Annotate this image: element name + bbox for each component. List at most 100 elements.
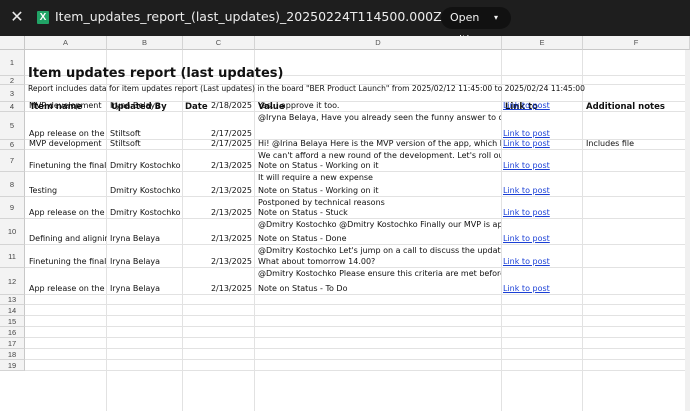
cell-value-line1[interactable]: It will require a new expense bbox=[258, 173, 501, 183]
row-gridline bbox=[25, 370, 690, 371]
row-header-1[interactable]: 1 bbox=[0, 50, 25, 76]
row-header-11[interactable]: 11 bbox=[0, 245, 25, 268]
cell-value-line1[interactable]: @Iryna Belaya, Have you already seen the… bbox=[258, 113, 501, 123]
open-with-button[interactable]: Open with ▾ bbox=[441, 7, 511, 46]
row-header-8[interactable]: 8 bbox=[0, 172, 25, 197]
row-gridline bbox=[25, 315, 690, 316]
cell-link-to-post[interactable]: Link to post bbox=[503, 139, 581, 149]
row-header-3[interactable]: 3 bbox=[0, 85, 25, 102]
row-header-17[interactable]: 17 bbox=[0, 338, 25, 349]
select-all-corner[interactable] bbox=[0, 36, 25, 50]
file-name: Item_updates_report_(last_updates)_20250… bbox=[55, 9, 471, 24]
cell-updated-by[interactable]: Iryna Belaya bbox=[110, 257, 182, 267]
cell-value[interactable]: Note on Status - To Do bbox=[258, 284, 501, 294]
cell-date[interactable]: 2/13/2025 bbox=[183, 234, 252, 244]
chevron-down-icon: ▾ bbox=[494, 13, 499, 22]
cell-link-to-post[interactable]: Link to post bbox=[503, 208, 581, 218]
column-header-e[interactable]: E bbox=[502, 36, 583, 50]
cell-value[interactable]: What about tomorrow 14.00? bbox=[258, 257, 501, 267]
cell-additional-notes[interactable]: Includes file bbox=[586, 139, 686, 149]
column-header-b[interactable]: B bbox=[107, 36, 183, 50]
cell-date[interactable]: 2/13/2025 bbox=[183, 284, 252, 294]
cell-item-name[interactable]: Testing bbox=[29, 186, 107, 196]
cell-value[interactable]: Note on Status - Done bbox=[258, 234, 501, 244]
cell-link-to-post[interactable]: Link to post bbox=[503, 234, 581, 244]
cell-updated-by[interactable]: Dmitry Kostochko bbox=[110, 186, 182, 196]
cell-updated-by[interactable]: Iryna Belaya bbox=[110, 234, 182, 244]
cell-updated-by[interactable]: Iryna Belaya bbox=[110, 101, 182, 111]
row-header-4[interactable]: 4 bbox=[0, 102, 25, 112]
close-icon[interactable]: ✕ bbox=[8, 8, 26, 26]
row-gridline bbox=[25, 326, 690, 327]
cell-value-line1[interactable]: We can't afford a new round of the devel… bbox=[258, 151, 501, 161]
cell-date[interactable]: 2/13/2025 bbox=[183, 161, 252, 171]
cell-date[interactable]: 2/17/2025 bbox=[183, 129, 252, 139]
cell-value[interactable]: Hi! @Irina Belaya Here is the MVP versio… bbox=[258, 139, 501, 149]
cell-updated-by[interactable]: Dmitry Kostochko bbox=[110, 208, 182, 218]
cell-date[interactable]: 2/17/2025 bbox=[183, 139, 252, 149]
report-title: Item updates report (last updates) bbox=[28, 66, 284, 81]
column-gridline bbox=[254, 50, 255, 411]
row-header-2[interactable]: 2 bbox=[0, 76, 25, 85]
row-gridline bbox=[25, 171, 690, 172]
row-header-5[interactable]: 5 bbox=[0, 112, 25, 140]
cell-link-to-post[interactable]: Link to post bbox=[503, 161, 581, 171]
cell-value[interactable]: Yes, I approve it too. bbox=[258, 101, 501, 111]
column-gridline bbox=[501, 50, 502, 411]
report-subtitle: Report includes data for item updates re… bbox=[28, 84, 585, 93]
row-header-7[interactable]: 7 bbox=[0, 150, 25, 172]
column-header-a[interactable]: A bbox=[25, 36, 107, 50]
cell-date[interactable]: 2/18/2025 bbox=[183, 101, 252, 111]
row-header-14[interactable]: 14 bbox=[0, 305, 25, 316]
cell-value[interactable]: Note on Status - Stuck bbox=[258, 208, 501, 218]
row-header-15[interactable]: 15 bbox=[0, 316, 25, 327]
row-header-19[interactable]: 19 bbox=[0, 360, 25, 371]
vertical-scrollbar[interactable] bbox=[685, 50, 690, 411]
cell-item-name[interactable]: App release on the mark bbox=[29, 129, 107, 139]
cell-item-name[interactable]: Finetuning the final versi bbox=[29, 161, 107, 171]
cell-value-line1[interactable]: @Dmitry Kostochko Please ensure this cri… bbox=[258, 269, 501, 279]
row-gridline bbox=[25, 359, 690, 360]
column-header-f[interactable]: F bbox=[583, 36, 690, 50]
column-header-c[interactable]: C bbox=[183, 36, 255, 50]
cell-link-to-post[interactable]: Link to post bbox=[503, 129, 581, 139]
row-header-18[interactable]: 18 bbox=[0, 349, 25, 360]
cell-value[interactable]: Note on Status - Working on it bbox=[258, 161, 501, 171]
row-header-10[interactable]: 10 bbox=[0, 219, 25, 245]
row-gridline bbox=[25, 294, 690, 295]
cell-link-to-post[interactable]: Link to post bbox=[503, 257, 581, 267]
cell-link-to-post[interactable]: Link to post bbox=[503, 101, 581, 111]
cell-item-name[interactable]: App release on the mark bbox=[29, 208, 107, 218]
row-header-16[interactable]: 16 bbox=[0, 327, 25, 338]
cell-item-name[interactable]: MVP development bbox=[29, 139, 107, 149]
cell-updated-by[interactable]: Stiltsoft bbox=[110, 129, 182, 139]
cell-value-line1[interactable]: Postponed by technical reasons bbox=[258, 198, 501, 208]
row-gridline bbox=[25, 304, 690, 305]
spreadsheet-grid[interactable]: ABCDEF 1 2 3 4 5 6 7 8 9 10 11 12 13 14 15 16 17 18 19 Ite… bbox=[0, 36, 690, 411]
cell-updated-by[interactable]: Stiltsoft bbox=[110, 139, 182, 149]
cell-value-line1[interactable]: @Dmitry Kostochko @Dmitry Kostochko Fina… bbox=[258, 220, 501, 230]
cell-item-name[interactable]: App release on the mark bbox=[29, 284, 107, 294]
row-header-9[interactable]: 9 bbox=[0, 197, 25, 219]
cell-link-to-post[interactable]: Link to post bbox=[503, 284, 581, 294]
column-header-d[interactable]: D bbox=[255, 36, 502, 50]
cell-item-name[interactable]: Finetuning the final versi bbox=[29, 257, 107, 267]
cell-updated-by[interactable]: Iryna Belaya bbox=[110, 284, 182, 294]
cell-date[interactable]: 2/13/2025 bbox=[183, 186, 252, 196]
cell-date[interactable]: 2/13/2025 bbox=[183, 257, 252, 267]
row-header-12[interactable]: 12 bbox=[0, 268, 25, 295]
cell-item-name[interactable]: MVP development bbox=[29, 101, 107, 111]
cell-value[interactable]: Note on Status - Working on it bbox=[258, 186, 501, 196]
cell-date[interactable]: 2/13/2025 bbox=[183, 208, 252, 218]
cell-link-to-post[interactable]: Link to post bbox=[503, 186, 581, 196]
row-gridline bbox=[25, 244, 690, 245]
row-gridline bbox=[25, 196, 690, 197]
cell-updated-by[interactable]: Dmitry Kostochko bbox=[110, 161, 182, 171]
row-header-6[interactable]: 6 bbox=[0, 140, 25, 150]
row-gridline bbox=[25, 218, 690, 219]
cell-value-line1[interactable]: @Dmitry Kostochko Let's jump on a call t… bbox=[258, 246, 501, 256]
cell-item-name[interactable]: Defining and aligning the bbox=[29, 234, 107, 244]
viewer-topbar: ✕ X Item_updates_report_(last_updates)_2… bbox=[0, 0, 690, 46]
row-header-13[interactable]: 13 bbox=[0, 295, 25, 305]
excel-file-icon: X bbox=[37, 11, 49, 24]
